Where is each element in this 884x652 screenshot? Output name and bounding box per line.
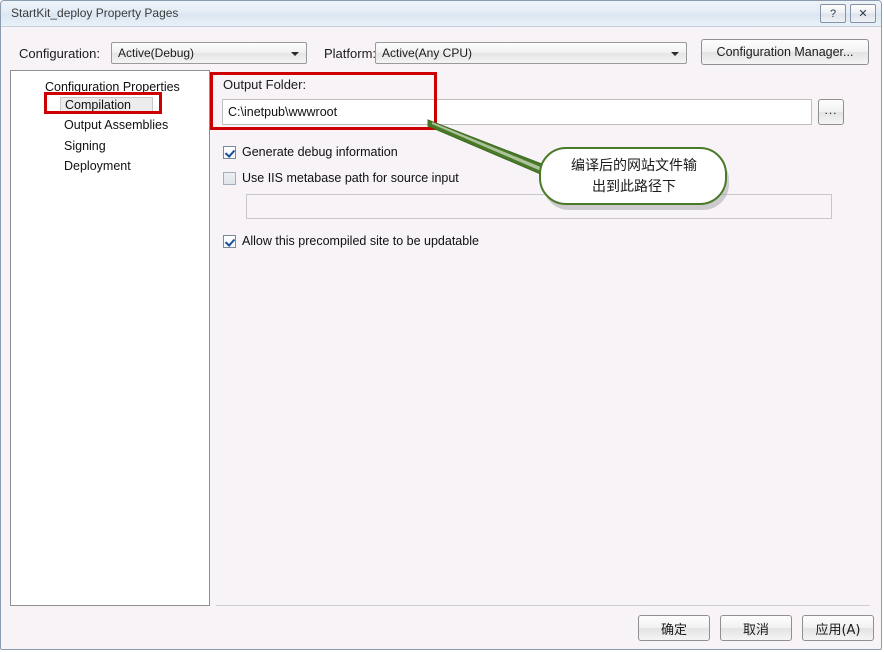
- platform-dropdown[interactable]: Active(Any CPU): [375, 42, 687, 64]
- annotation-callout-text: 编译后的网站文件输 出到此路径下: [546, 156, 722, 198]
- tree-item-deployment[interactable]: Deployment: [64, 159, 131, 173]
- tree-item-output-assemblies[interactable]: Output Assemblies: [64, 118, 168, 132]
- checkbox-checked-icon[interactable]: [223, 146, 236, 159]
- tree-item-configuration-properties[interactable]: Configuration Properties: [45, 80, 180, 94]
- checkbox-unchecked-icon[interactable]: [223, 172, 236, 185]
- configuration-label: Configuration:: [19, 46, 100, 61]
- close-icon[interactable]: ✕: [850, 4, 876, 23]
- ok-button[interactable]: 确定: [638, 615, 710, 641]
- property-pages-dialog: StartKit_deploy Property Pages ? ✕ Confi…: [0, 0, 882, 650]
- cancel-button[interactable]: 取消: [720, 615, 792, 641]
- help-icon[interactable]: ?: [820, 4, 846, 23]
- platform-value: Active(Any CPU): [382, 46, 472, 60]
- title-bar-buttons: ? ✕: [820, 4, 876, 23]
- configuration-tree-panel: Configuration Properties Compilation Out…: [10, 70, 210, 606]
- screenshot-root: StartKit_deploy Property Pages ? ✕ Confi…: [0, 0, 884, 652]
- chevron-down-icon: [291, 52, 299, 56]
- apply-button[interactable]: 应用(A): [802, 615, 874, 641]
- checkbox-use-iis-metabase-path[interactable]: Use IIS metabase path for source input: [223, 171, 459, 185]
- title-bar: StartKit_deploy Property Pages ? ✕: [1, 1, 881, 27]
- chevron-down-icon: [671, 52, 679, 56]
- output-folder-label: Output Folder:: [223, 77, 306, 92]
- configuration-value: Active(Debug): [118, 46, 194, 60]
- window-title: StartKit_deploy Property Pages: [11, 6, 178, 20]
- tree-item-compilation[interactable]: Compilation: [60, 97, 153, 114]
- checkbox-generate-debug-information[interactable]: Generate debug information: [223, 145, 398, 159]
- tree-item-signing[interactable]: Signing: [64, 139, 106, 153]
- footer-divider: [216, 605, 870, 606]
- checkbox-label: Allow this precompiled site to be updata…: [242, 234, 479, 248]
- metabase-path-input[interactable]: [246, 194, 832, 219]
- configuration-dropdown[interactable]: Active(Debug): [111, 42, 307, 64]
- checkbox-label: Generate debug information: [242, 145, 398, 159]
- configuration-manager-button[interactable]: Configuration Manager...: [701, 39, 869, 65]
- checkbox-allow-precompiled-site-updatable[interactable]: Allow this precompiled site to be updata…: [223, 234, 479, 248]
- browse-folder-button[interactable]: ...: [818, 99, 844, 125]
- checkbox-checked-icon[interactable]: [223, 235, 236, 248]
- platform-label: Platform:: [324, 46, 376, 61]
- checkbox-label: Use IIS metabase path for source input: [242, 171, 459, 185]
- output-folder-input[interactable]: [222, 99, 812, 125]
